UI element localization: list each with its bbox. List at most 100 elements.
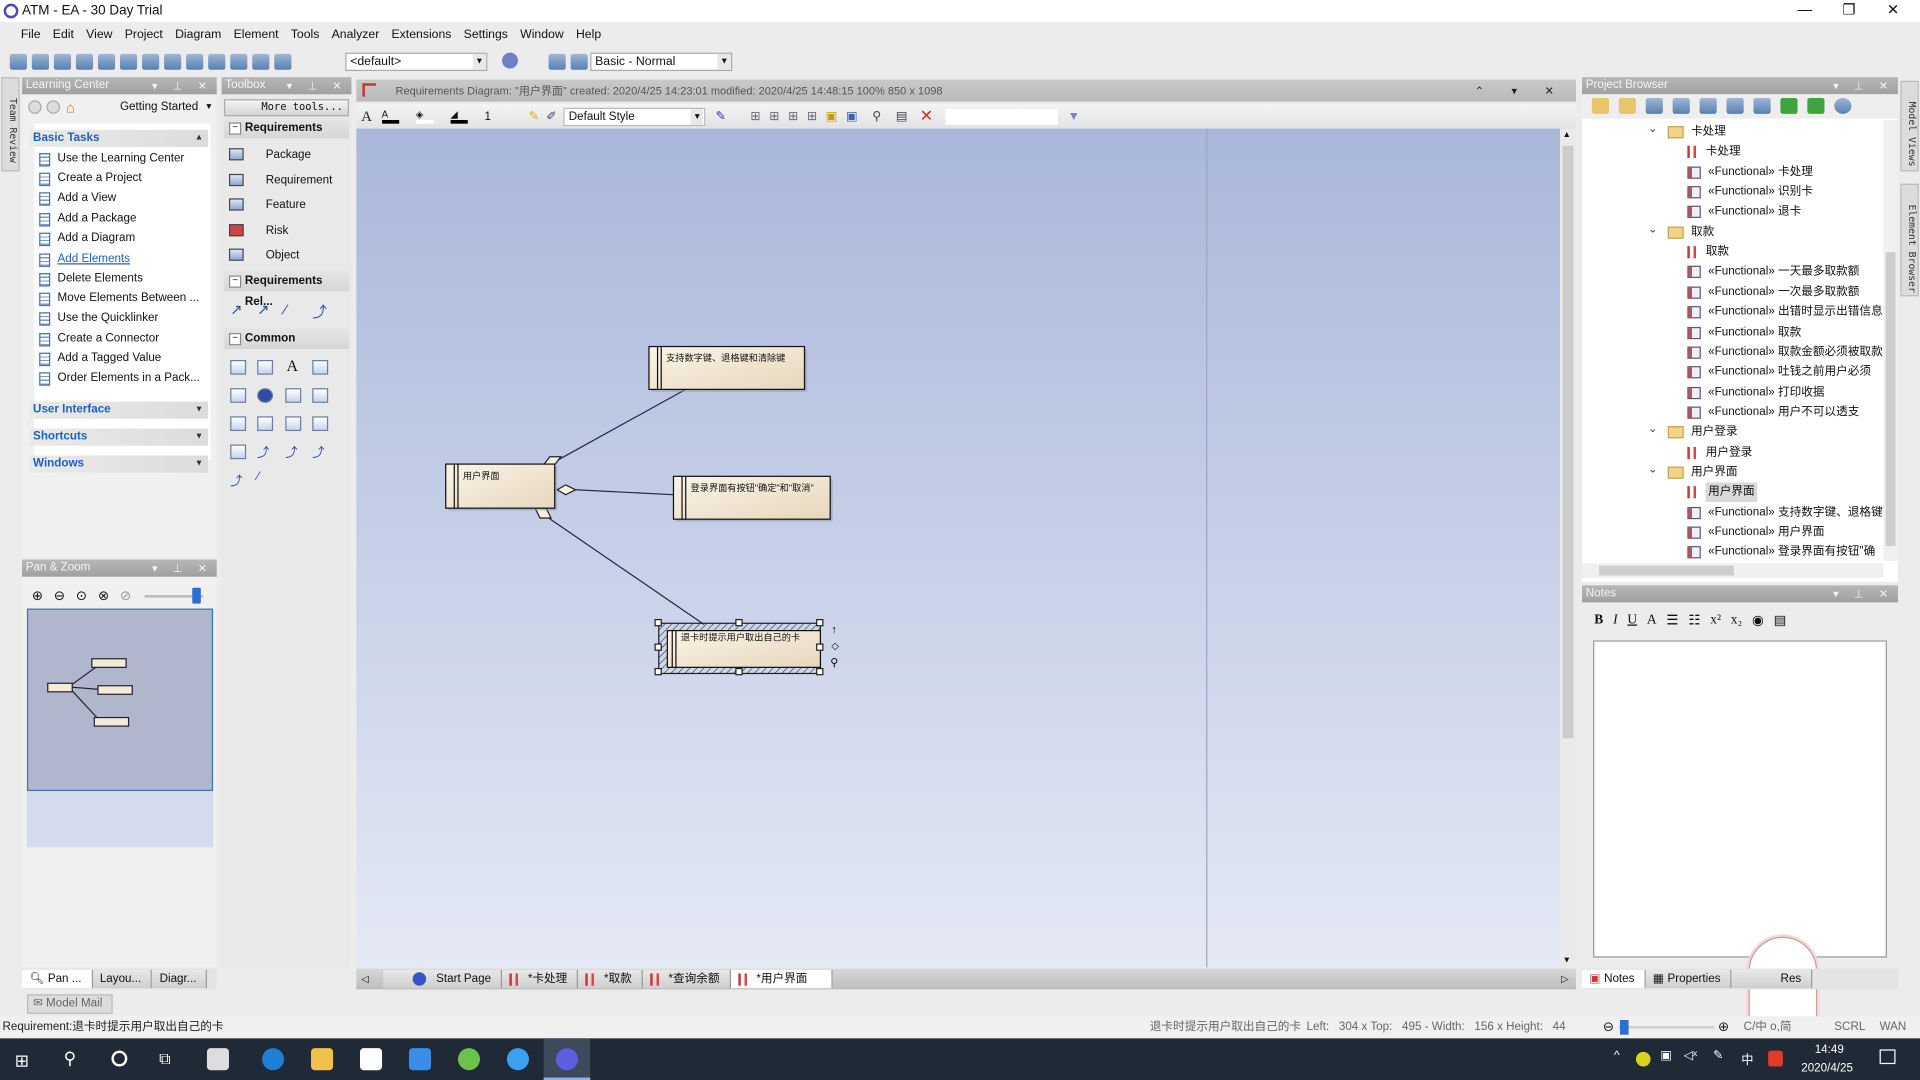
menu-analyzer[interactable]: Analyzer <box>326 28 386 41</box>
fill-color-icon[interactable]: ◈ <box>415 109 434 124</box>
superscript-icon[interactable]: x² <box>1710 612 1721 628</box>
zoom-out-icon[interactable]: ⊖ <box>54 588 65 604</box>
tree-item-folder[interactable]: ⌄ 卡处理 <box>1648 122 1726 142</box>
project-tree-hscrollbar[interactable] <box>1582 563 1884 578</box>
copy-icon[interactable] <box>97 53 116 70</box>
chevron-down-icon[interactable]: ⌄ <box>1648 459 1657 479</box>
network-icon[interactable]: ▣ <box>1660 1049 1672 1062</box>
task-delete-elements[interactable]: Delete Elements <box>39 269 143 289</box>
menu-help[interactable]: Help <box>570 28 607 41</box>
task-create-project[interactable]: Create a Project <box>39 169 142 189</box>
connector-ui-support[interactable] <box>541 388 687 468</box>
tab-pan-zoom[interactable]: 🔍︎ Pan ... <box>22 969 93 989</box>
workspace-combo[interactable]: Basic - Normal ▼ <box>590 52 733 72</box>
connector-ui-eject[interactable] <box>534 507 705 625</box>
task-move-elements[interactable]: Move Elements Between ... <box>39 289 199 309</box>
panel-controls-icon[interactable]: ▾ ⊥ ✕ <box>152 77 213 94</box>
more-tools-button[interactable]: More tools... <box>224 99 349 117</box>
menu-extensions[interactable]: Extensions <box>385 28 457 41</box>
list-icon[interactable] <box>312 360 329 375</box>
element-support-keys[interactable]: 支持数字键、退格键和清除键 <box>648 345 807 392</box>
section-basic-tasks[interactable]: Basic Tasks ▲ <box>29 129 209 147</box>
chevron-down-icon[interactable]: ⌄ <box>1648 120 1657 138</box>
same-width-icon[interactable]: ▣ <box>826 110 838 123</box>
quicklinker-arrow-icon[interactable]: ↑ <box>831 624 837 636</box>
ime-indicator[interactable]: 中 <box>1741 1049 1753 1067</box>
sogou-icon[interactable] <box>1768 1050 1783 1067</box>
tab-notes[interactable]: ▣ Notes <box>1582 969 1646 989</box>
zoom-out-icon[interactable]: ⊖ <box>1603 1016 1614 1038</box>
tab-withdraw[interactable]: *取款 <box>578 969 643 989</box>
tree-item-req[interactable]: «Functional» 吐钱之前用户必须 <box>1687 363 1871 383</box>
document-icon[interactable]: ▤ <box>1774 612 1787 628</box>
model-mail-button[interactable]: ✉ Model Mail <box>26 994 113 1014</box>
task-use-learning-center[interactable]: Use the Learning Center <box>39 149 184 169</box>
tree-item-req[interactable]: «Functional» 打印收据 <box>1687 383 1825 403</box>
scroll-thumb[interactable] <box>1885 252 1896 547</box>
preview-icon[interactable] <box>252 53 270 70</box>
dependency-connector-icon[interactable]: ⤴ <box>312 301 327 322</box>
start-icon[interactable]: ⊞ <box>15 1051 29 1072</box>
trace-connector-icon[interactable]: ⁄ <box>284 301 286 318</box>
menu-file[interactable]: File <box>15 28 47 41</box>
task-add-package[interactable]: Add a Package <box>39 209 136 229</box>
clock-time[interactable]: 14:49 <box>1815 1043 1844 1056</box>
bold-icon[interactable]: B <box>1594 612 1603 628</box>
document-artifact-icon[interactable] <box>285 388 302 403</box>
tray-expand-icon[interactable]: ^ <box>1614 1049 1620 1062</box>
tree-item-folder[interactable]: ⌄ 用户界面 <box>1648 463 1738 483</box>
menu-window[interactable]: Window <box>514 28 570 41</box>
apply-style-icon[interactable]: ✎ <box>529 110 539 123</box>
panel-controls-icon[interactable]: ▾ ⊥ ✕ <box>152 560 213 577</box>
zoom-icon[interactable]: ⊘ <box>120 588 131 604</box>
toolbox-object[interactable]: Object <box>228 244 299 266</box>
redo-icon[interactable] <box>164 53 182 70</box>
chevron-down-icon[interactable]: ⌄ <box>1648 419 1657 439</box>
close-button[interactable]: ✕ <box>1871 0 1915 22</box>
menu-edit[interactable]: Edit <box>47 28 80 41</box>
workspace-icon[interactable] <box>570 53 588 70</box>
document-icon[interactable] <box>208 53 226 70</box>
panel-controls-icon[interactable]: ▾ ⊥ ✕ <box>287 77 348 94</box>
import-icon[interactable] <box>1753 97 1771 114</box>
element-eject-card[interactable]: 退卡时提示用户取出自己的卡 ↑ ◇ ⚲ <box>654 618 839 676</box>
documentation-icon[interactable] <box>1726 97 1744 114</box>
hyperlink-icon[interactable] <box>257 388 274 403</box>
task-quicklinker[interactable]: Use the Quicklinker <box>39 309 158 329</box>
same-height-icon[interactable]: ▣ <box>846 110 858 123</box>
new-folder-icon[interactable] <box>1618 97 1636 114</box>
task-add-diagram[interactable]: Add a Diagram <box>39 229 135 249</box>
chevron-down-icon[interactable]: ▼ <box>205 99 213 116</box>
toolbox-package[interactable]: Package <box>228 143 311 165</box>
menu-tools[interactable]: Tools <box>285 28 326 41</box>
menu-element[interactable]: Element <box>227 28 284 41</box>
diagram-canvas[interactable]: 支持数字键、退格键和清除键 用户界面 登录界面有按钮"确定"和"取消" 退卡时提… <box>356 128 1561 968</box>
tab-properties[interactable]: ▦ Properties <box>1645 969 1732 989</box>
tree-item-req[interactable]: «Functional» 支持数字键、退格键 <box>1687 503 1883 523</box>
search-icon[interactable] <box>1699 97 1717 114</box>
task-add-tagged-value[interactable]: Add a Tagged Value <box>39 349 161 369</box>
layout-icon[interactable] <box>548 53 566 70</box>
panel-controls-icon[interactable]: ▾ ⊥ ✕ <box>1833 585 1894 602</box>
chevron-down-icon[interactable]: ▼ <box>472 53 487 70</box>
align-right-icon[interactable]: ⊞ <box>769 110 779 123</box>
image-icon[interactable] <box>230 444 247 460</box>
undo-icon[interactable] <box>142 53 160 70</box>
tree-item-req[interactable]: «Functional» 退卡 <box>1687 203 1801 223</box>
file-explorer-icon[interactable] <box>311 1048 334 1071</box>
aggregate-connector-icon[interactable]: ↗ <box>230 301 242 318</box>
tab-start-page[interactable]: Start Page <box>383 969 503 989</box>
app-icon[interactable] <box>206 1048 229 1071</box>
model-views-tab[interactable]: Model Views <box>1900 80 1919 172</box>
back-icon[interactable] <box>28 100 42 114</box>
new-package-icon[interactable] <box>1591 97 1609 114</box>
task-create-connector[interactable]: Create a Connector <box>39 329 159 349</box>
layout-diagram-icon[interactable]: ⚲ <box>872 110 881 123</box>
clock-date[interactable]: 2020/4/25 <box>1801 1062 1853 1075</box>
menu-view[interactable]: View <box>80 28 119 41</box>
subscript-icon[interactable]: x₂ <box>1731 612 1742 628</box>
zoom-in-icon[interactable]: ⊕ <box>32 588 43 604</box>
dependency-icon[interactable]: ⤴ <box>257 442 269 460</box>
cut-icon[interactable] <box>75 53 94 70</box>
information-flow-icon[interactable]: ⤴ <box>312 442 324 460</box>
